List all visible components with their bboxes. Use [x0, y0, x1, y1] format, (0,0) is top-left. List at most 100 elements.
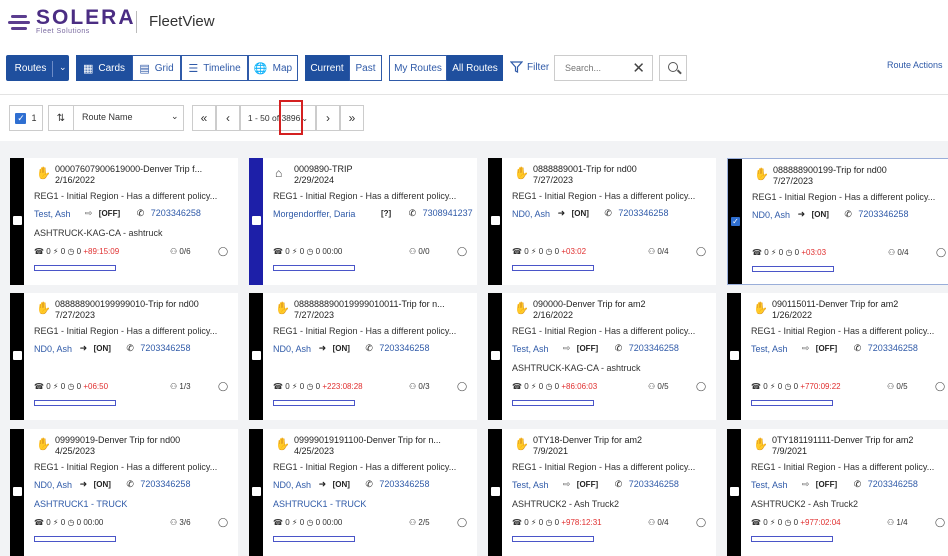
card-title[interactable]: 00007607900619000-Denver Trip f... — [55, 164, 202, 174]
route-card[interactable]: ✋ 090000-Denver Trip for am2 2/16/2022 R… — [488, 293, 716, 420]
phone-link[interactable]: 7203346258 — [151, 208, 201, 218]
comment-icon[interactable]: ◯ — [457, 381, 467, 392]
phone-link[interactable]: 7203346258 — [618, 208, 668, 218]
card-title[interactable]: 0TY181191111-Denver Trip for am2 — [772, 435, 913, 445]
view-cards-button[interactable]: ▦ Cards — [76, 55, 132, 81]
comment-icon[interactable]: ◯ — [935, 517, 945, 528]
sort-direction-icon[interactable]: ⇅ — [49, 106, 74, 130]
filter-button[interactable]: Filter — [510, 61, 549, 73]
route-card[interactable]: ✋ 09999019-Denver Trip for nd00 4/25/202… — [10, 429, 238, 556]
driver-link[interactable]: ND0, Ash — [752, 210, 790, 220]
page-range-select[interactable]: 1 - 50 of 3896 ⌄ — [240, 105, 316, 131]
phone-link[interactable]: 7203346258 — [868, 479, 918, 489]
card-checkbox[interactable] — [252, 216, 261, 225]
first-page-button[interactable]: « — [192, 105, 216, 131]
search-button[interactable] — [659, 55, 687, 81]
driver-link[interactable]: Test, Ash — [751, 344, 788, 354]
card-title[interactable]: 088888900199-Trip for nd00 — [773, 165, 887, 175]
sort-field-select[interactable]: Route Name — [82, 112, 133, 122]
card-checkbox[interactable] — [252, 351, 261, 360]
route-card[interactable]: ✋ 09999019191100-Denver Trip for n... 4/… — [249, 429, 477, 556]
card-date: 7/27/2023 — [55, 310, 96, 320]
card-title[interactable]: 090115011-Denver Trip for am2 — [772, 299, 898, 309]
card-title[interactable]: 0888889001-Trip for nd00 — [533, 164, 637, 174]
phone-link[interactable]: 7308941237 — [423, 208, 473, 218]
driver-link[interactable]: Test, Ash — [34, 209, 71, 219]
all-routes-button[interactable]: All Routes — [447, 55, 503, 81]
route-card[interactable]: ✋ 090115011-Denver Trip for am2 1/26/202… — [727, 293, 948, 420]
driver-link[interactable]: Test, Ash — [512, 344, 549, 354]
card-title[interactable]: 088888900199999010-Trip for nd00 — [55, 299, 199, 309]
previous-page-button[interactable]: ‹ — [216, 105, 240, 131]
clear-search-icon[interactable]: ✕ — [632, 59, 645, 77]
card-checkbox[interactable]: ✓ — [731, 217, 740, 226]
next-page-button[interactable]: › — [316, 105, 340, 131]
comment-icon[interactable]: ◯ — [696, 246, 706, 257]
my-routes-button[interactable]: My Routes — [389, 55, 447, 81]
route-card[interactable]: ✋ 0888889001-Trip for nd00 7/27/2023 REG… — [488, 158, 716, 285]
route-card[interactable]: ✓ ✋ 088888900199-Trip for nd00 7/27/2023… — [727, 158, 948, 285]
card-title[interactable]: 09999019191100-Denver Trip for n... — [294, 435, 441, 445]
card-checkbox[interactable] — [491, 487, 500, 496]
driver-link[interactable]: ND0, Ash — [512, 209, 550, 219]
comment-icon[interactable]: ◯ — [696, 517, 706, 528]
route-card[interactable]: ✋ 088888890019999010011-Trip for n... 7/… — [249, 293, 477, 420]
phone-link[interactable]: 7203346258 — [140, 479, 190, 489]
view-timeline-button[interactable]: ☰ Timeline — [181, 55, 248, 81]
comment-icon[interactable]: ◯ — [936, 247, 946, 258]
comment-icon[interactable]: ◯ — [457, 517, 467, 528]
card-title[interactable]: 090000-Denver Trip for am2 — [533, 299, 646, 309]
card-title[interactable]: 0TY18-Denver Trip for am2 — [533, 435, 642, 445]
driver-link[interactable]: ND0, Ash — [34, 344, 72, 354]
card-checkbox[interactable] — [13, 216, 22, 225]
driver-link[interactable]: Test, Ash — [512, 480, 549, 490]
card-checkbox[interactable] — [730, 351, 739, 360]
route-actions-link[interactable]: Route Actions — [887, 60, 943, 70]
driver-link[interactable]: ND0, Ash — [273, 344, 311, 354]
comment-icon[interactable]: ◯ — [457, 246, 467, 257]
card-checkbox[interactable] — [730, 487, 739, 496]
solera-logo[interactable]: SOLERA Fleet Solutions — [8, 7, 136, 35]
route-card[interactable]: ✋ 088888900199999010-Trip for nd00 7/27/… — [10, 293, 238, 420]
card-checkbox[interactable] — [13, 351, 22, 360]
comment-icon[interactable]: ◯ — [935, 381, 945, 392]
driver-link[interactable]: ND0, Ash — [34, 480, 72, 490]
card-checkbox[interactable] — [13, 487, 22, 496]
route-card[interactable]: ⌂ 0009890-TRIP 2/29/2024 REG1 - Initial … — [249, 158, 477, 285]
past-button[interactable]: Past — [349, 55, 382, 81]
card-checkbox[interactable] — [491, 351, 500, 360]
last-page-button[interactable]: » — [340, 105, 364, 131]
card-title[interactable]: 09999019-Denver Trip for nd00 — [55, 435, 180, 445]
phone-link[interactable]: 7203346258 — [140, 343, 190, 353]
view-grid-button[interactable]: ▤ Grid — [132, 55, 181, 81]
phone-link[interactable]: 7203346258 — [868, 343, 918, 353]
route-card[interactable]: ✋ 0TY18-Denver Trip for am2 7/9/2021 REG… — [488, 429, 716, 556]
comment-icon[interactable]: ◯ — [696, 381, 706, 392]
phone-link[interactable]: 7203346258 — [629, 343, 679, 353]
driver-link[interactable]: Morgendorffer, Daria — [273, 209, 355, 219]
search-input[interactable] — [563, 62, 633, 74]
route-card[interactable]: ✋ 0TY181191111-Denver Trip for am2 7/9/2… — [727, 429, 948, 556]
truck-label[interactable]: ASHTRUCK1 - TRUCK — [273, 499, 366, 509]
phone-link[interactable]: 7203346258 — [858, 209, 908, 219]
view-map-button[interactable]: 🌐 Map — [248, 55, 298, 81]
stops-count: 0/6 — [179, 247, 191, 256]
route-card[interactable]: ✋ 00007607900619000-Denver Trip f... 2/1… — [10, 158, 238, 285]
comment-icon[interactable]: ◯ — [218, 517, 228, 528]
phone-link[interactable]: 7203346258 — [629, 479, 679, 489]
home-icon: ⌂ — [275, 166, 283, 180]
card-checkbox[interactable] — [252, 487, 261, 496]
card-title[interactable]: 0009890-TRIP — [294, 164, 353, 174]
comment-icon[interactable]: ◯ — [218, 246, 228, 257]
card-checkbox[interactable] — [491, 216, 500, 225]
driver-link[interactable]: Test, Ash — [751, 480, 788, 490]
phone-link[interactable]: 7203346258 — [379, 479, 429, 489]
phone-link[interactable]: 7203346258 — [379, 343, 429, 353]
routes-dropdown-button[interactable]: Routes ⌄ — [6, 55, 69, 81]
select-all-control[interactable]: ✓ 1 — [9, 105, 43, 131]
current-button[interactable]: Current — [305, 55, 349, 81]
driver-link[interactable]: ND0, Ash — [273, 480, 311, 490]
card-title[interactable]: 088888890019999010011-Trip for n... — [294, 299, 445, 309]
truck-label[interactable]: ASHTRUCK1 - TRUCK — [34, 499, 127, 509]
comment-icon[interactable]: ◯ — [218, 381, 228, 392]
